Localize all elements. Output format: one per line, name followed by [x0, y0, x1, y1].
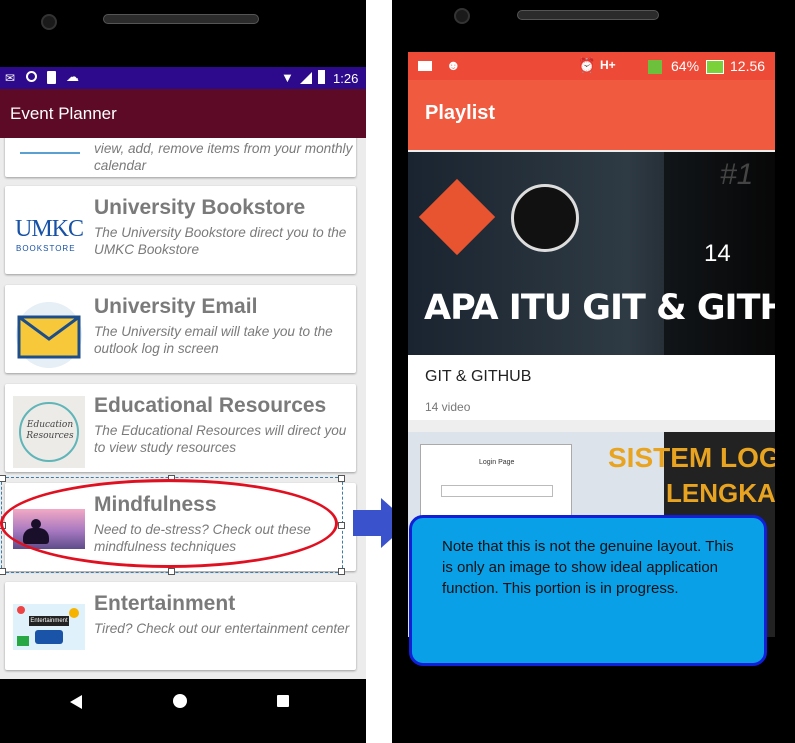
battery-percent: 64% — [671, 58, 700, 74]
card-description: The University email will take you to th… — [94, 324, 333, 356]
github-logo — [511, 184, 579, 252]
entertainment-logo: Entertainment — [13, 604, 85, 650]
gmail-icon: ✉ — [5, 71, 16, 85]
card-description: Tired? Check out our entertainment cente… — [94, 621, 350, 636]
video-count-overlay: 14 — [704, 240, 731, 267]
card-description: The Educational Resources will direct yo… — [94, 423, 347, 455]
entertainment-card[interactable]: Entertainment Entertainment Tired? Check… — [5, 582, 356, 670]
app-title: Playlist — [425, 102, 496, 124]
alarm-icon: ⏰ — [578, 57, 596, 73]
app-bar: Playlist — [408, 80, 775, 150]
status-bar: ✉ ☁ ▼ 1:26 — [0, 67, 366, 89]
status-time: 12.56 — [730, 58, 766, 74]
card-list[interactable]: view, add, remove items from your monthl… — [0, 138, 366, 679]
education-resources-logo: Education Resources — [13, 396, 85, 468]
calendar-icon — [20, 144, 80, 154]
card-title: University Bookstore — [94, 196, 306, 219]
note-callout: Note that this is not the genuine layout… — [409, 515, 767, 666]
app-bar: Event Planner — [0, 89, 366, 138]
playlist-title: GIT & GITHUB — [425, 368, 532, 385]
navigation-bar — [0, 679, 366, 743]
card-title: Educational Resources — [94, 394, 327, 417]
android-icon: ☻ — [446, 57, 461, 73]
home-icon[interactable] — [173, 694, 187, 708]
envelope-icon — [13, 297, 85, 369]
left-phone: ✉ ☁ ▼ 1:26 Event Planner view, add, remo… — [0, 0, 366, 743]
card-title: Entertainment — [94, 592, 236, 615]
status-bar: ☻ ⏰ H+ 64% 12.56 — [408, 52, 775, 80]
battery-icon — [318, 70, 325, 84]
card-title: University Email — [94, 295, 258, 318]
playlist-count: 14 video — [425, 400, 471, 414]
earpiece-speaker — [517, 10, 659, 20]
note-text: Note that this is not the genuine layout… — [442, 538, 734, 597]
calendar-card[interactable]: view, add, remove items from your monthl… — [5, 138, 356, 177]
playlist-card[interactable]: #1 14 APA ITU GIT & GITHUB ? GIT & GITHU… — [408, 152, 775, 420]
signal-icon — [300, 72, 312, 84]
recents-icon[interactable] — [277, 695, 289, 707]
thumbnail-title: APA ITU GIT & GITHUB ? — [424, 288, 775, 328]
cloud-icon: ☁ — [66, 69, 79, 84]
sync-icon — [26, 71, 37, 82]
highlight-ellipse — [0, 479, 338, 568]
playlist-thumbnail: #1 14 APA ITU GIT & GITHUB ? — [408, 152, 775, 355]
sd-card-icon — [47, 71, 56, 84]
front-camera — [454, 8, 470, 24]
education-card[interactable]: Education Resources Educational Resource… — [5, 384, 356, 472]
umkc-bookstore-logo: UMKC BOOKSTORE — [15, 216, 84, 253]
card-description: view, add, remove items from your monthl… — [94, 141, 353, 173]
app-title: Event Planner — [10, 104, 117, 123]
git-logo — [418, 178, 496, 256]
network-icon: H+ — [600, 58, 616, 72]
wifi-icon: ▼ — [281, 70, 294, 85]
status-time: 1:26 — [333, 71, 359, 86]
signal-icon — [648, 60, 662, 74]
bookstore-card[interactable]: UMKC BOOKSTORE University Bookstore The … — [5, 186, 356, 274]
video-icon — [418, 61, 432, 71]
card-description: The University Bookstore direct you to t… — [94, 225, 347, 257]
email-card[interactable]: University Email The University email wi… — [5, 285, 356, 373]
back-icon[interactable] — [70, 695, 82, 709]
earpiece-speaker — [103, 14, 259, 24]
front-camera — [41, 14, 57, 30]
battery-icon — [706, 60, 724, 74]
